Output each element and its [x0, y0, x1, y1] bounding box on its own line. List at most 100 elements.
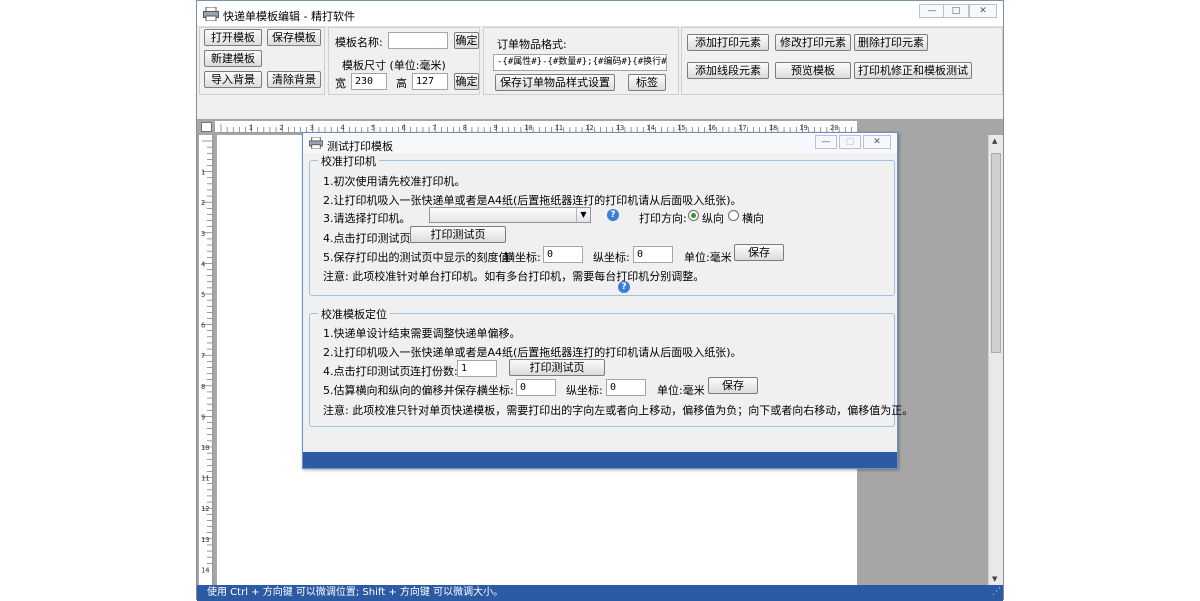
direction-label: 打印方向: — [639, 212, 687, 225]
width-input[interactable]: 230 — [351, 73, 387, 90]
template-x-input[interactable]: 0 — [516, 379, 556, 396]
ruler-label: 17 — [738, 124, 746, 132]
calibrate-test-button[interactable]: 打印机修正和模板测试 — [854, 62, 972, 79]
vertical-scrollbar[interactable]: ▲ ▼ — [988, 135, 1003, 585]
dialog-title-bar: 测试打印模板 — □ ✕ — [303, 133, 897, 153]
close-icon[interactable]: ✕ — [969, 4, 997, 18]
dialog-close-icon[interactable]: ✕ — [863, 135, 891, 149]
ruler-label: 14 — [201, 566, 209, 574]
resize-grip-icon[interactable]: ⋰ — [992, 587, 1001, 597]
ruler-label: 20 — [830, 124, 838, 132]
printer-select[interactable]: ▼ — [429, 207, 591, 223]
dialog-minimize-icon[interactable]: — — [815, 135, 837, 149]
clear-background-button[interactable]: 清除背景 — [267, 71, 321, 88]
ruler-label: 16 — [708, 124, 716, 132]
tag-button[interactable]: 标签 — [628, 74, 666, 91]
portrait-radio[interactable] — [688, 210, 699, 221]
landscape-radio[interactable] — [728, 210, 739, 221]
scroll-thumb[interactable] — [991, 153, 1001, 353]
printer-step-2: 2.让打印机吸入一张快递单或者是A4纸(后置拖纸器连打的打印机请从后面吸入纸张)… — [323, 194, 742, 207]
template-save-button[interactable]: 保存 — [708, 377, 758, 394]
delete-print-element-button[interactable]: 删除打印元素 — [854, 34, 928, 51]
title-bar: 快递单模板编辑 - 精打软件 — □ ✕ — [197, 1, 1003, 27]
unit-label: 单位:毫米 — [657, 384, 705, 397]
open-template-button[interactable]: 打开模板 — [204, 29, 262, 46]
ruler-label: 5 — [371, 124, 375, 132]
add-line-element-button[interactable]: 添加线段元素 — [687, 62, 769, 79]
height-input[interactable]: 127 — [412, 73, 448, 90]
template-step-5: 5.估算横向和纵向的偏移并保存。 — [323, 384, 488, 397]
ruler-label: 8 — [463, 124, 467, 132]
save-template-button[interactable]: 保存模板 — [267, 29, 321, 46]
printer-step-3: 3.请选择打印机。 — [323, 212, 411, 225]
scroll-up-icon[interactable]: ▲ — [992, 137, 997, 145]
ruler-label: 2 — [201, 199, 205, 207]
ruler-label: 12 — [201, 505, 209, 513]
printer-y-input[interactable]: 0 — [633, 246, 673, 263]
template-print-test-button[interactable]: 打印测试页 — [509, 359, 605, 376]
width-label: 宽 — [335, 77, 346, 90]
print-test-page-button[interactable]: 打印测试页 — [410, 226, 506, 243]
template-step-2: 2.让打印机吸入一张快递单或者是A4纸(后置拖纸器连打的打印机请从后面吸入纸张)… — [323, 346, 742, 359]
ruler-label: 3 — [201, 230, 205, 238]
ruler-label: 9 — [493, 124, 497, 132]
template-name-input[interactable] — [388, 32, 448, 49]
ruler-label: 7 — [201, 352, 205, 360]
preview-template-button[interactable]: 预览模板 — [775, 62, 851, 79]
y-coordinate-label: 纵坐标: — [593, 251, 630, 264]
scroll-down-icon[interactable]: ▼ — [992, 575, 997, 583]
ruler-label: 10 — [201, 444, 209, 452]
ruler-label: 6 — [402, 124, 406, 132]
import-background-button[interactable]: 导入背景 — [204, 71, 262, 88]
ruler-label: 19 — [799, 124, 807, 132]
printer-x-input[interactable]: 0 — [543, 246, 583, 263]
edit-print-element-button[interactable]: 修改打印元素 — [775, 34, 851, 51]
left-ruler: 1 2 3 4 5 6 7 8 9 10 11 12 13 14 — [199, 135, 213, 585]
ruler-label: 2 — [279, 124, 283, 132]
order-format-label: 订单物品格式: — [497, 38, 567, 51]
ruler-label: 10 — [524, 124, 532, 132]
landscape-label: 横向 — [742, 212, 764, 225]
printer-step-1: 1.初次使用请先校准打印机。 — [323, 175, 466, 188]
x-coordinate-label: 横坐标: — [477, 384, 514, 397]
copies-input[interactable]: 1 — [457, 360, 497, 377]
size-confirm-button[interactable]: 确定 — [454, 73, 479, 90]
ruler-label: 13 — [616, 124, 624, 132]
ruler-label: 12 — [585, 124, 593, 132]
ruler-label: 1 — [201, 169, 205, 177]
printer-icon — [203, 7, 219, 21]
group-title: 校准模板定位 — [318, 306, 390, 322]
chevron-down-icon[interactable]: ▼ — [576, 208, 590, 222]
maximize-icon[interactable]: □ — [943, 4, 969, 18]
printer-save-button[interactable]: 保存 — [734, 244, 784, 261]
printer-note: 注意: 此项校准针对单台打印机。如有多台打印机，需要每台打印机分别调整。 — [323, 270, 705, 283]
ruler-label: 13 — [201, 536, 209, 544]
order-format-input[interactable]: -{#属性#}-{#数量#};{#编码#}{#换行#} — [493, 54, 667, 71]
save-format-button[interactable]: 保存订单物品样式设置 — [495, 74, 615, 91]
group-title: 校准打印机 — [318, 153, 379, 169]
ruler-corner — [201, 122, 212, 132]
name-confirm-button[interactable]: 确定 — [454, 32, 479, 49]
copies-label: 连打份数: — [410, 365, 458, 378]
ruler-label: 14 — [646, 124, 654, 132]
template-step-4: 4.点击打印测试页 — [323, 365, 411, 378]
printer-step-4: 4.点击打印测试页。 — [323, 232, 422, 245]
template-step-1: 1.快递单设计结束需要调整快递单偏移。 — [323, 327, 521, 340]
ruler-label: 18 — [769, 124, 777, 132]
printer-icon — [309, 137, 323, 149]
ruler-label: 5 — [201, 291, 205, 299]
template-y-input[interactable]: 0 — [606, 379, 646, 396]
ruler-label: 3 — [310, 124, 314, 132]
status-bar: 使用 Ctrl + 方向键 可以微调位置; Shift + 方向键 可以微调大小… — [197, 585, 1003, 601]
printer-step-5: 5.保存打印出的测试页中显示的刻度值 — [323, 251, 510, 264]
ruler-label: 11 — [555, 124, 563, 132]
add-print-element-button[interactable]: 添加打印元素 — [687, 34, 769, 51]
height-label: 高 — [396, 77, 407, 90]
y-coordinate-label: 纵坐标: — [566, 384, 603, 397]
new-template-button[interactable]: 新建模板 — [204, 50, 262, 67]
help-icon[interactable]: ? — [607, 209, 619, 221]
help-icon[interactable]: ? — [618, 281, 630, 293]
dialog-title: 测试打印模板 — [327, 140, 393, 153]
minimize-icon[interactable]: — — [919, 4, 945, 18]
x-coordinate-label: 横坐标: — [504, 251, 541, 264]
